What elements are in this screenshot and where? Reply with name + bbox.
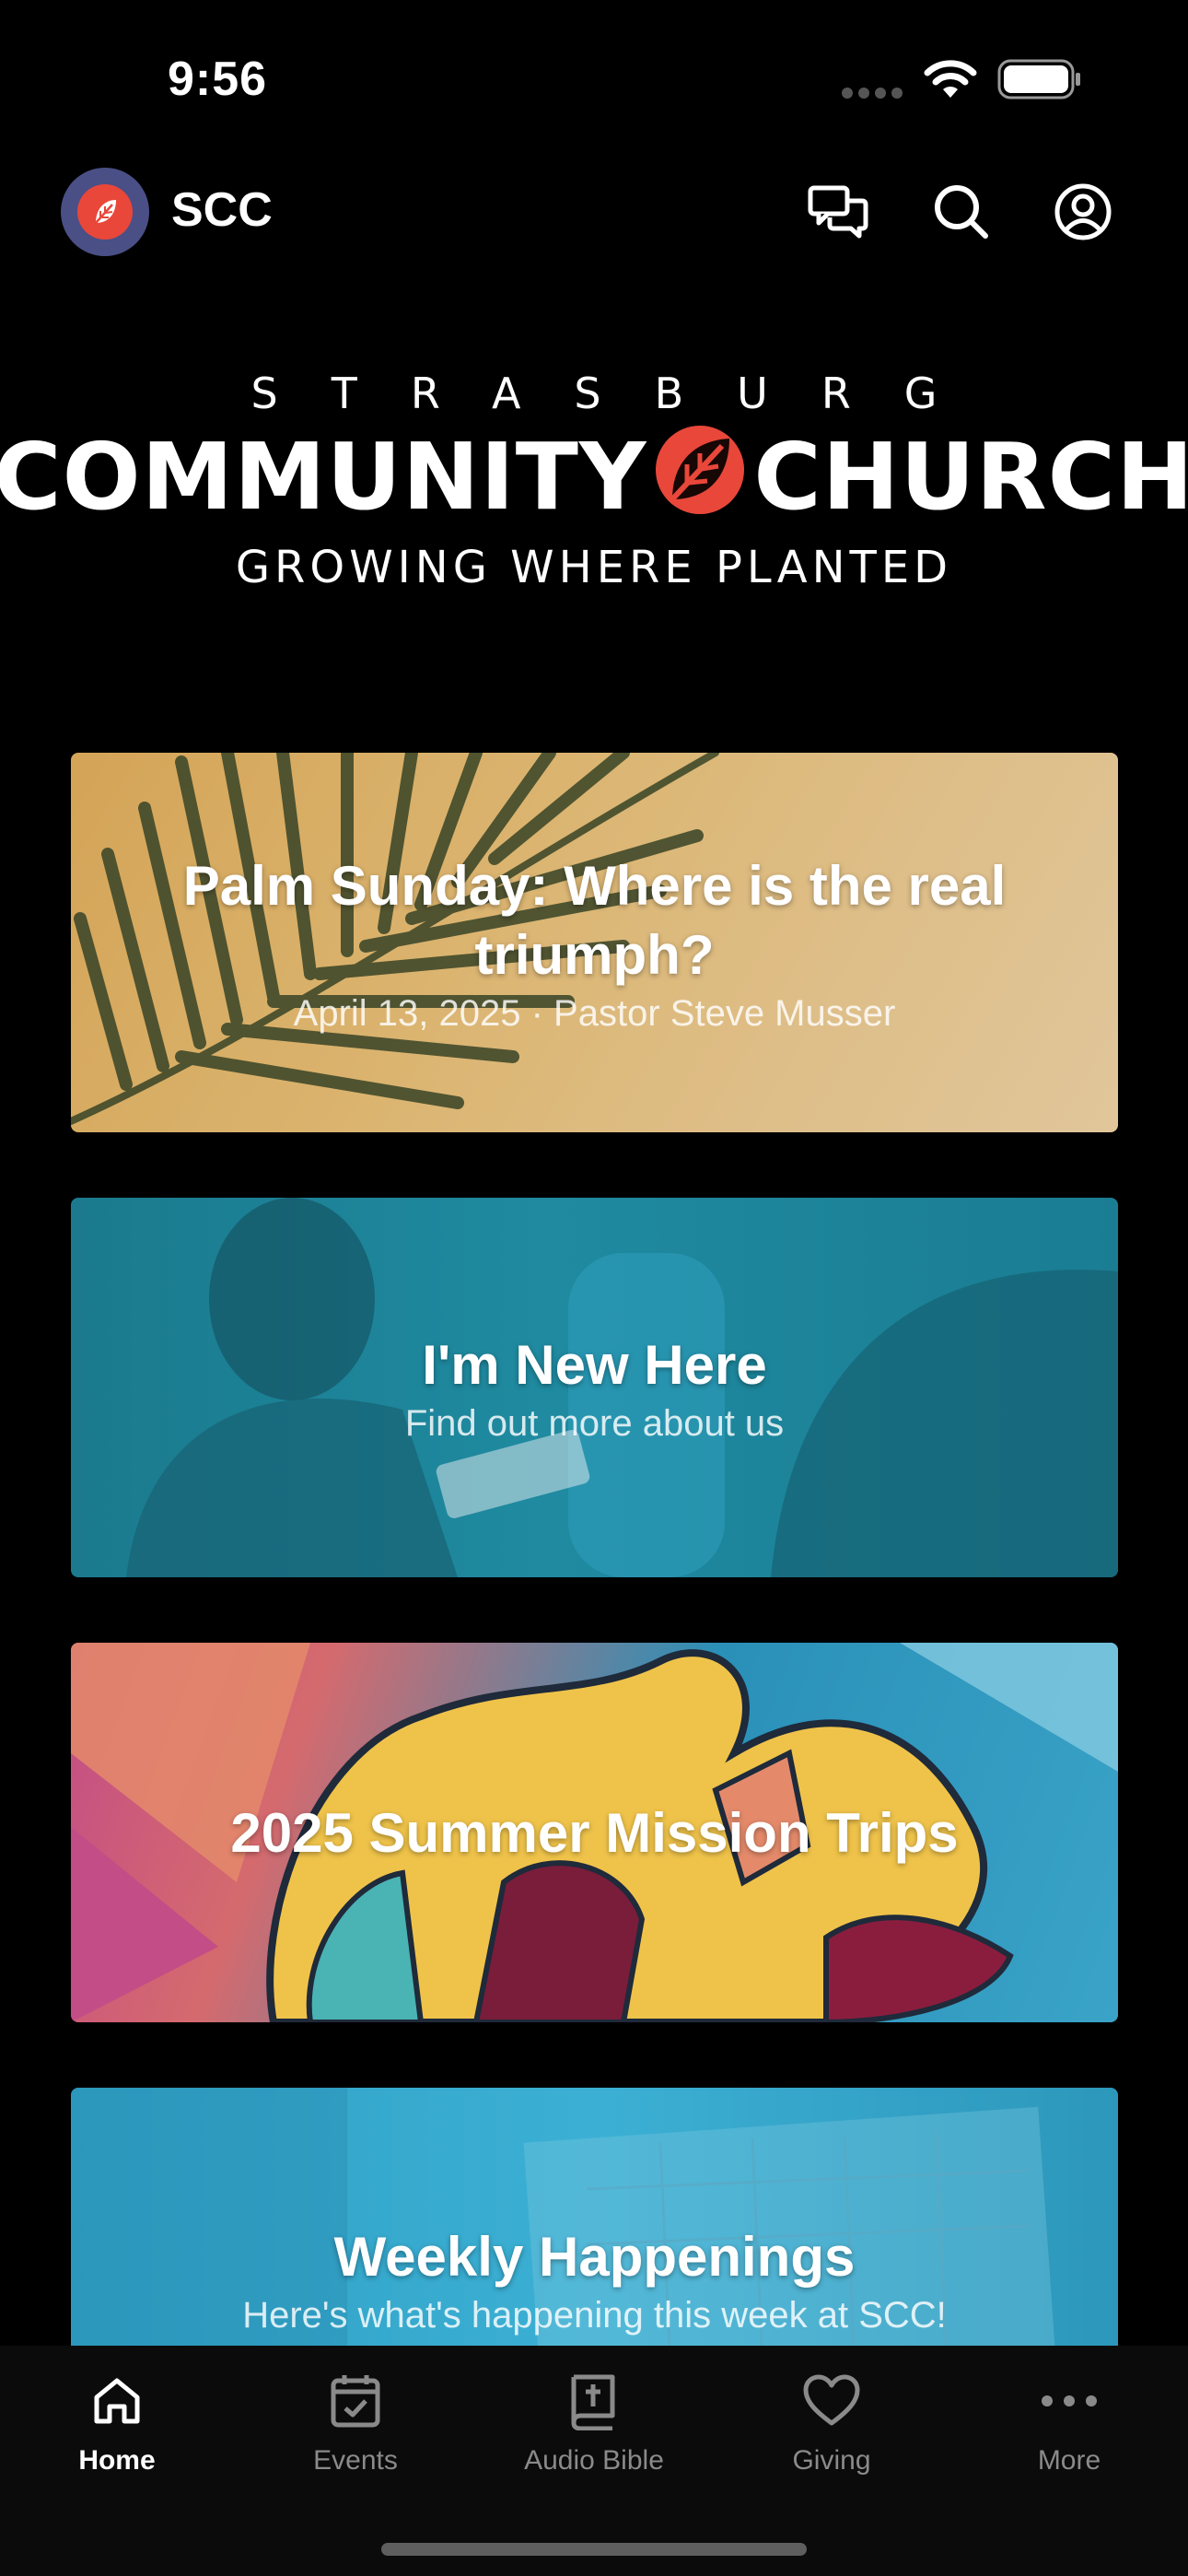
logo-church: CHURCH [753, 423, 1188, 531]
church-wordmark: STRASBURG COMMUNITY CHURCH GROWING WHERE… [0, 369, 1188, 593]
tab-more[interactable]: More [977, 2368, 1161, 2476]
sermon-card[interactable]: Palm Sunday: Where is the real triumph? … [71, 753, 1118, 1132]
logo-community: COMMUNITY [0, 423, 647, 531]
chat-icon[interactable] [805, 179, 871, 245]
sermon-meta: April 13, 2025 · Pastor Steve Musser [293, 992, 896, 1034]
home-indicator[interactable] [381, 2543, 807, 2556]
signal-icon [842, 87, 908, 103]
new-here-subtitle: Find out more about us [404, 1403, 785, 1444]
app-name: SCC [171, 183, 273, 237]
tab-giving[interactable]: Giving [740, 2368, 924, 2476]
tab-giving-label: Giving [792, 2445, 871, 2476]
new-here-card-content: I'm New Here Find out more about us [295, 1330, 894, 1445]
logo-main-line: COMMUNITY CHURCH [0, 422, 1188, 533]
church-logo-avatar[interactable] [61, 168, 149, 256]
more-icon [1036, 2368, 1102, 2434]
wifi-icon [921, 57, 980, 106]
battery-icon [997, 59, 1084, 104]
leaf-icon [77, 184, 133, 240]
weekly-happenings-title: Weekly Happenings [333, 2226, 856, 2288]
sermon-title: Palm Sunday: Where is the real triumph? [182, 854, 1007, 986]
leaf-icon [652, 422, 748, 533]
heart-icon [798, 2368, 865, 2434]
tab-home[interactable]: Home [25, 2368, 209, 2476]
new-here-title: I'm New Here [422, 1334, 767, 1396]
account-icon[interactable] [1050, 179, 1116, 245]
tab-audio-bible[interactable]: Audio Bible [502, 2368, 686, 2476]
tab-audio-bible-label: Audio Bible [524, 2445, 664, 2476]
home-icon [84, 2368, 150, 2434]
status-time: 9:56 [168, 53, 268, 106]
tab-events[interactable]: Events [263, 2368, 448, 2476]
status-bar: 9:56 [0, 0, 1188, 157]
mission-trips-card-content: 2025 Summer Mission Trips [120, 1798, 1068, 1868]
tab-more-label: More [1037, 2445, 1101, 2476]
weekly-happenings-card[interactable]: Weekly Happenings Here's what's happenin… [71, 2088, 1118, 2346]
tab-bar: Home Events Audio Bible Giving More [0, 2346, 1188, 2576]
new-here-card[interactable]: I'm New Here Find out more about us [71, 1198, 1118, 1577]
mission-trips-card[interactable]: 2025 Summer Mission Trips [71, 1643, 1118, 2022]
tab-home-label: Home [78, 2445, 156, 2476]
weekly-happenings-subtitle: Here's what's happening this week at SCC… [242, 2295, 947, 2336]
weekly-happenings-card-content: Weekly Happenings Here's what's happenin… [132, 2222, 1057, 2336]
app-header: SCC [0, 157, 1188, 267]
logo-tagline: GROWING WHERE PLANTED [235, 542, 953, 593]
tab-events-label: Events [313, 2445, 398, 2476]
bible-icon [561, 2368, 627, 2434]
mission-trips-title: 2025 Summer Mission Trips [230, 1801, 959, 1864]
sermon-card-content: Palm Sunday: Where is the real triumph? … [71, 851, 1118, 1035]
logo-top-line: STRASBURG [250, 369, 991, 418]
calendar-icon [322, 2368, 389, 2434]
search-icon[interactable] [928, 179, 995, 245]
